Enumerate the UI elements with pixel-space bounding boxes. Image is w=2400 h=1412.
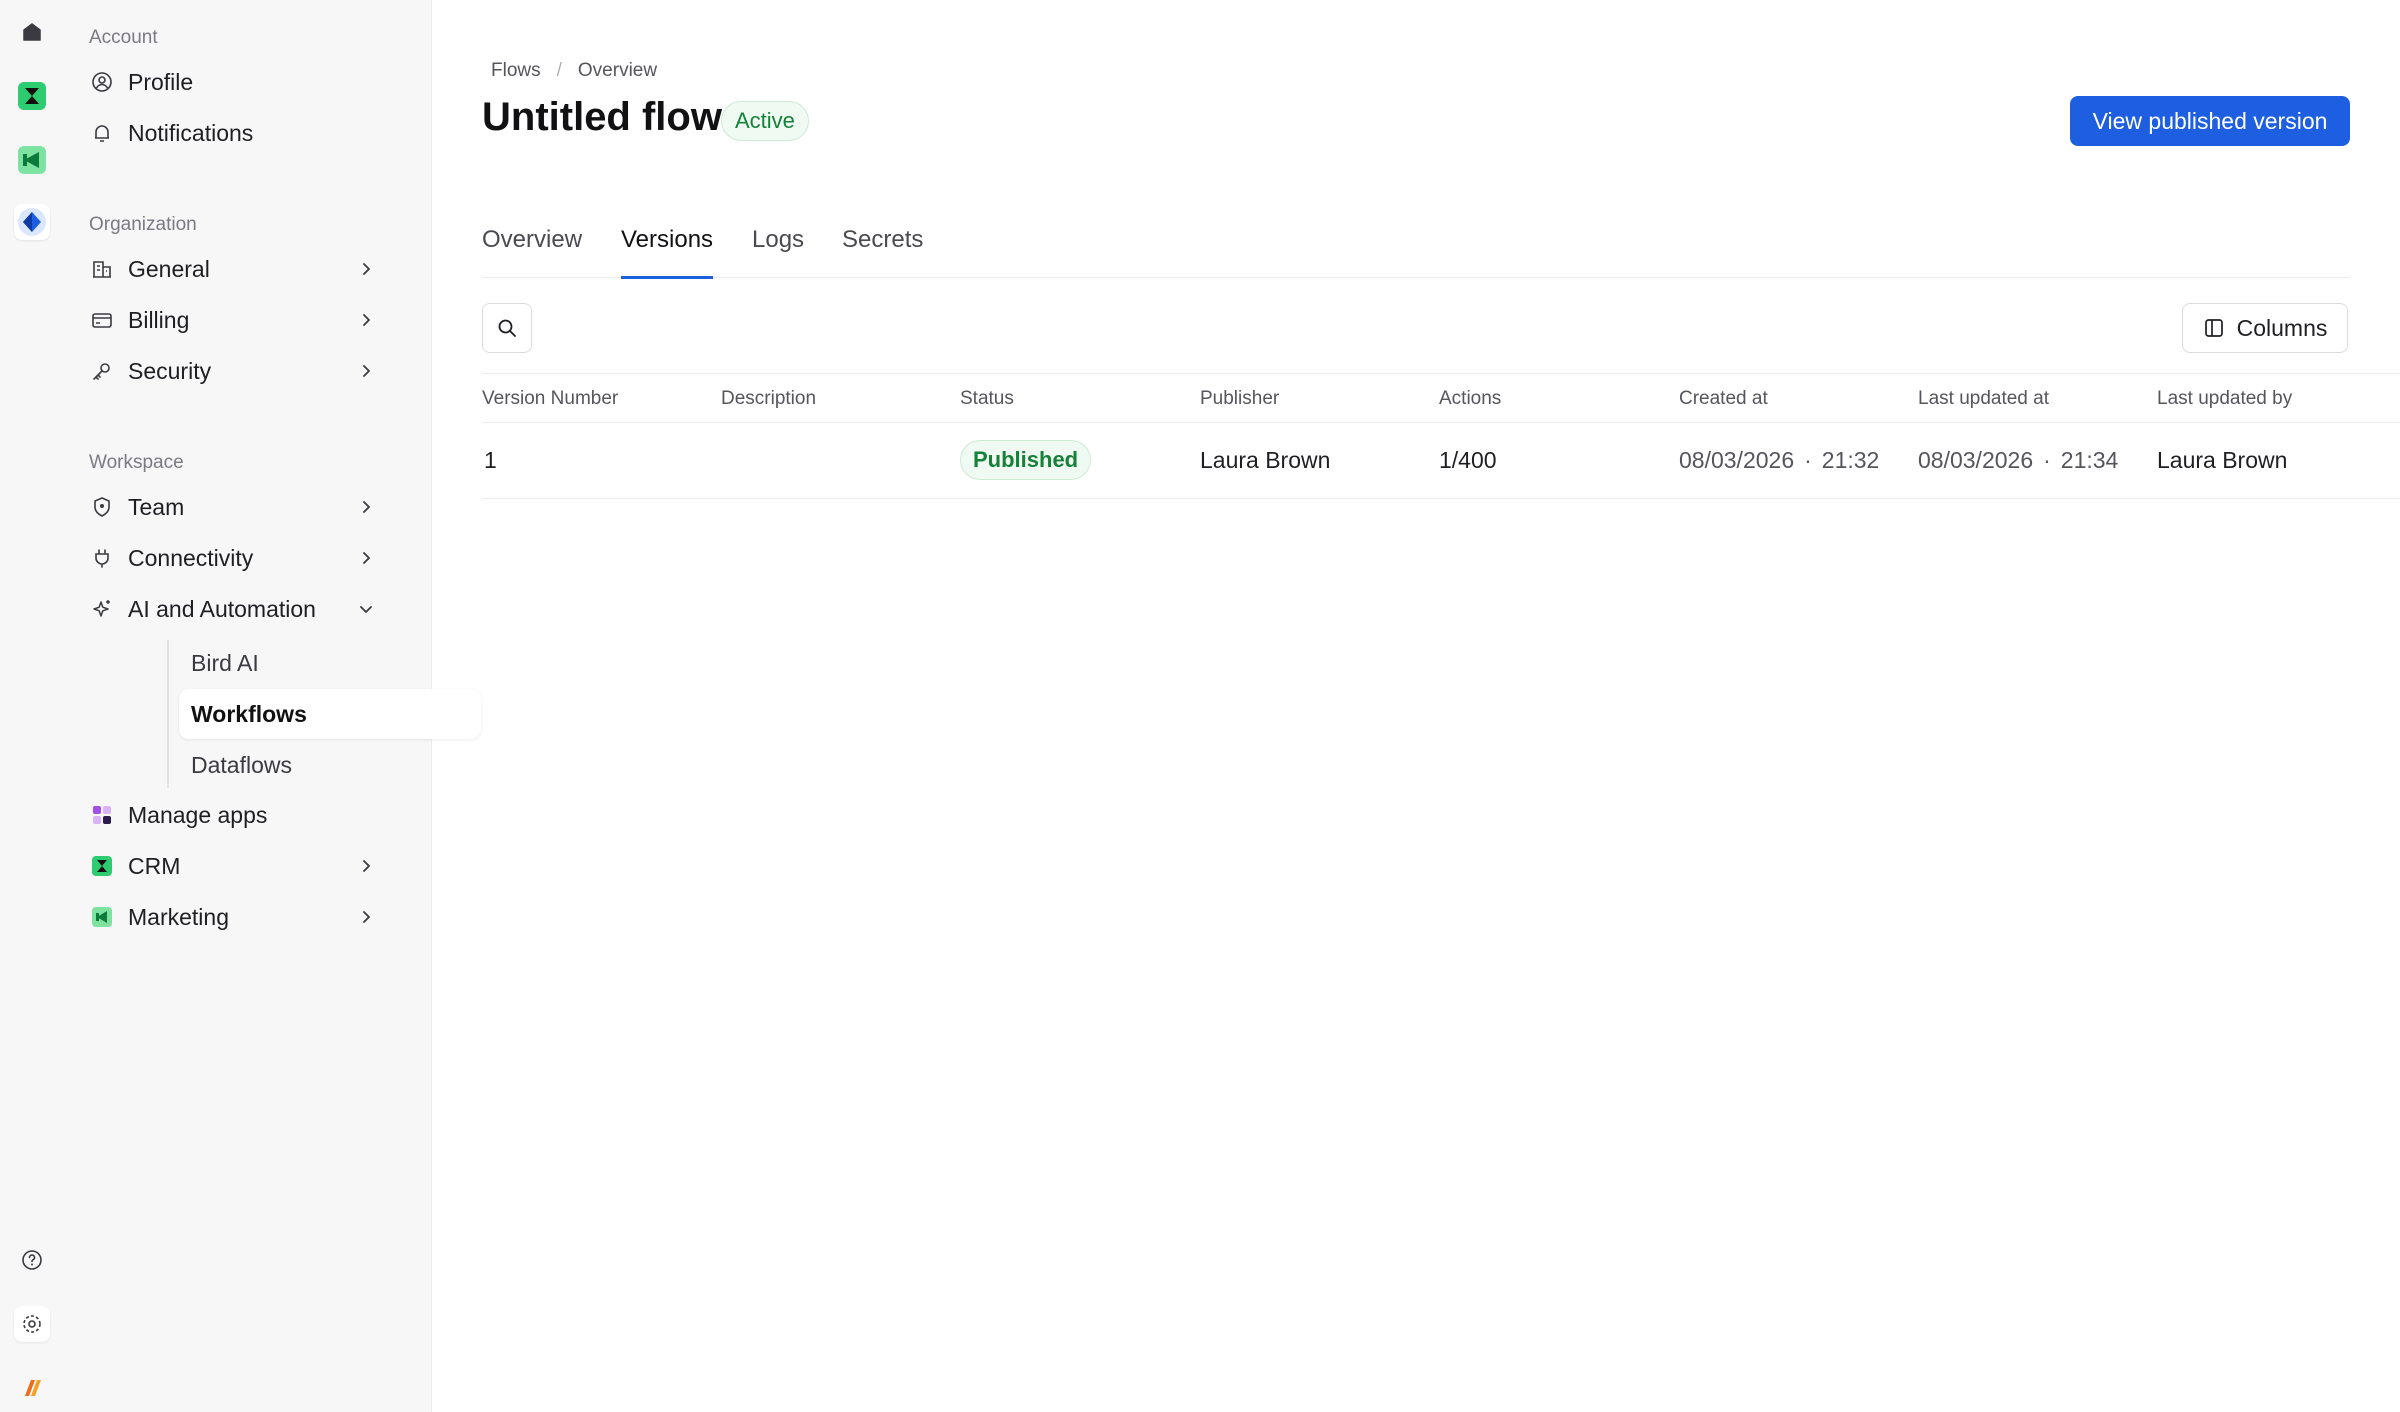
sparkle-icon xyxy=(90,597,114,621)
sidebar-item-ai-and-automation[interactable]: AI and Automation xyxy=(88,586,390,632)
column-header-actions[interactable]: Actions xyxy=(1439,388,1501,410)
gear-icon[interactable] xyxy=(14,1306,50,1342)
breadcrumb: Flows / Overview xyxy=(491,60,657,82)
cell-publisher: Laura Brown xyxy=(1200,447,1331,473)
sidebar-item-notifications[interactable]: Notifications xyxy=(88,110,390,156)
section-title-account: Account xyxy=(89,27,158,48)
cell-actions: 1/400 xyxy=(1439,447,1497,473)
sidebar-item-marketing[interactable]: Marketing xyxy=(88,894,390,940)
sidebar-item-label: Manage apps xyxy=(128,801,268,828)
column-header-version-number[interactable]: Version Number xyxy=(482,388,618,410)
sidebar-item-label: Billing xyxy=(128,306,190,333)
sidebar-item-label: AI and Automation xyxy=(128,595,316,622)
crm-app-icon[interactable] xyxy=(14,78,50,114)
chevron-right-icon xyxy=(363,365,370,377)
column-header-description[interactable]: Description xyxy=(721,388,816,410)
sidebar-item-connectivity[interactable]: Connectivity xyxy=(88,535,390,581)
sidebar-item-label: Security xyxy=(128,357,212,384)
sidebar-item-crm[interactable]: CRM xyxy=(88,843,390,889)
section-title-workspace: Workspace xyxy=(89,452,184,473)
chevron-right-icon xyxy=(363,552,370,564)
sidebar-subitem-bird-ai[interactable]: Bird AI xyxy=(179,638,479,688)
key-icon xyxy=(90,359,114,383)
tab-overview[interactable]: Overview xyxy=(482,226,582,278)
sidebar-item-label: CRM xyxy=(128,852,181,879)
building-icon xyxy=(90,257,114,281)
created-time: 21:32 xyxy=(1821,447,1880,473)
breadcrumb-current[interactable]: Overview xyxy=(578,60,657,82)
sidebar-item-general[interactable]: General xyxy=(88,246,390,292)
sidebar-item-label: Notifications xyxy=(128,119,254,146)
sidebar-subitem-dataflows[interactable]: Dataflows xyxy=(179,740,479,790)
apps-icon xyxy=(90,803,114,827)
sidebar-item-label: Connectivity xyxy=(128,544,254,571)
cell-last-updated-by: Laura Brown xyxy=(2157,447,2288,473)
settings-app-icon[interactable] xyxy=(14,204,50,240)
submenu-guide-line xyxy=(167,640,169,788)
created-date: 08/03/2026 xyxy=(1679,447,1795,473)
search-button[interactable] xyxy=(482,303,532,353)
card-icon xyxy=(90,308,114,332)
tab-secrets[interactable]: Secrets xyxy=(842,226,923,278)
sidebar-subitem-workflows[interactable]: Workflows xyxy=(179,689,481,739)
bell-icon xyxy=(90,121,114,145)
sidebar-item-manage-apps[interactable]: Manage apps xyxy=(88,792,390,838)
chevron-right-icon xyxy=(363,314,370,326)
versions-table: Version Number Description Status Publis… xyxy=(482,373,2400,499)
crm-icon xyxy=(90,854,114,878)
column-header-created-at[interactable]: Created at xyxy=(1679,388,1768,410)
view-published-version-button[interactable]: View published version xyxy=(2070,96,2350,146)
sidebar-item-label: Marketing xyxy=(128,903,229,930)
chevron-right-icon xyxy=(363,860,370,872)
sidebar-item-security[interactable]: Security xyxy=(88,348,390,394)
cell-last-updated-at: 08/03/2026 · 21:34 xyxy=(1918,447,2118,474)
chevron-down-icon xyxy=(360,606,372,613)
column-header-last-updated-by[interactable]: Last updated by xyxy=(2157,388,2292,410)
tab-bar: Overview Versions Logs Secrets xyxy=(482,210,2350,279)
sidebar-item-label: Profile xyxy=(128,68,194,95)
marketing-app-icon[interactable] xyxy=(14,142,50,178)
columns-icon xyxy=(2204,319,2223,337)
columns-button[interactable]: Columns xyxy=(2182,303,2348,353)
column-header-publisher[interactable]: Publisher xyxy=(1200,388,1279,410)
sidebar-item-profile[interactable]: Profile xyxy=(88,59,390,105)
sidebar-item-billing[interactable]: Billing xyxy=(88,297,390,343)
breadcrumb-link-flows[interactable]: Flows xyxy=(491,60,541,82)
search-icon xyxy=(498,319,516,337)
shield-icon xyxy=(90,495,114,519)
chevron-right-icon xyxy=(363,501,370,513)
dot-separator: · xyxy=(2043,447,2051,473)
app-rail xyxy=(0,0,64,1412)
sidebar-item-label: General xyxy=(128,255,210,282)
sidebar-item-team[interactable]: Team xyxy=(88,484,390,530)
cell-created-at: 08/03/2026 · 21:32 xyxy=(1679,447,1879,474)
plug-icon xyxy=(90,546,114,570)
section-title-organization: Organization xyxy=(89,214,197,235)
settings-sidebar: Account Profile Notifications Organizati… xyxy=(64,0,481,1412)
home-icon[interactable] xyxy=(14,14,50,50)
breadcrumb-separator: / xyxy=(556,60,562,81)
status-badge-published: Published xyxy=(960,440,1092,480)
profile-icon xyxy=(90,70,114,94)
chevron-right-icon xyxy=(363,263,370,275)
cell-version-number: 1 xyxy=(484,447,497,473)
brand-logo-icon xyxy=(14,1370,50,1406)
column-header-last-updated-at[interactable]: Last updated at xyxy=(1918,388,2049,410)
column-header-status[interactable]: Status xyxy=(960,388,1014,410)
marketing-icon xyxy=(90,905,114,929)
help-icon[interactable] xyxy=(14,1242,50,1278)
status-badge: Active xyxy=(721,101,809,141)
tab-logs[interactable]: Logs xyxy=(752,226,804,278)
table-row[interactable]: 1 Published Laura Brown 1/400 08/03/2026… xyxy=(482,423,2400,499)
columns-label: Columns xyxy=(2236,314,2328,341)
chevron-right-icon xyxy=(363,911,370,923)
table-header: Version Number Description Status Publis… xyxy=(482,373,2400,423)
page-title: Untitled flow xyxy=(482,95,722,139)
updated-time: 21:34 xyxy=(2060,447,2119,473)
tab-versions[interactable]: Versions xyxy=(621,226,714,279)
updated-date: 08/03/2026 xyxy=(1918,447,2034,473)
sidebar-item-label: Team xyxy=(128,493,185,520)
dot-separator: · xyxy=(1804,447,1812,473)
